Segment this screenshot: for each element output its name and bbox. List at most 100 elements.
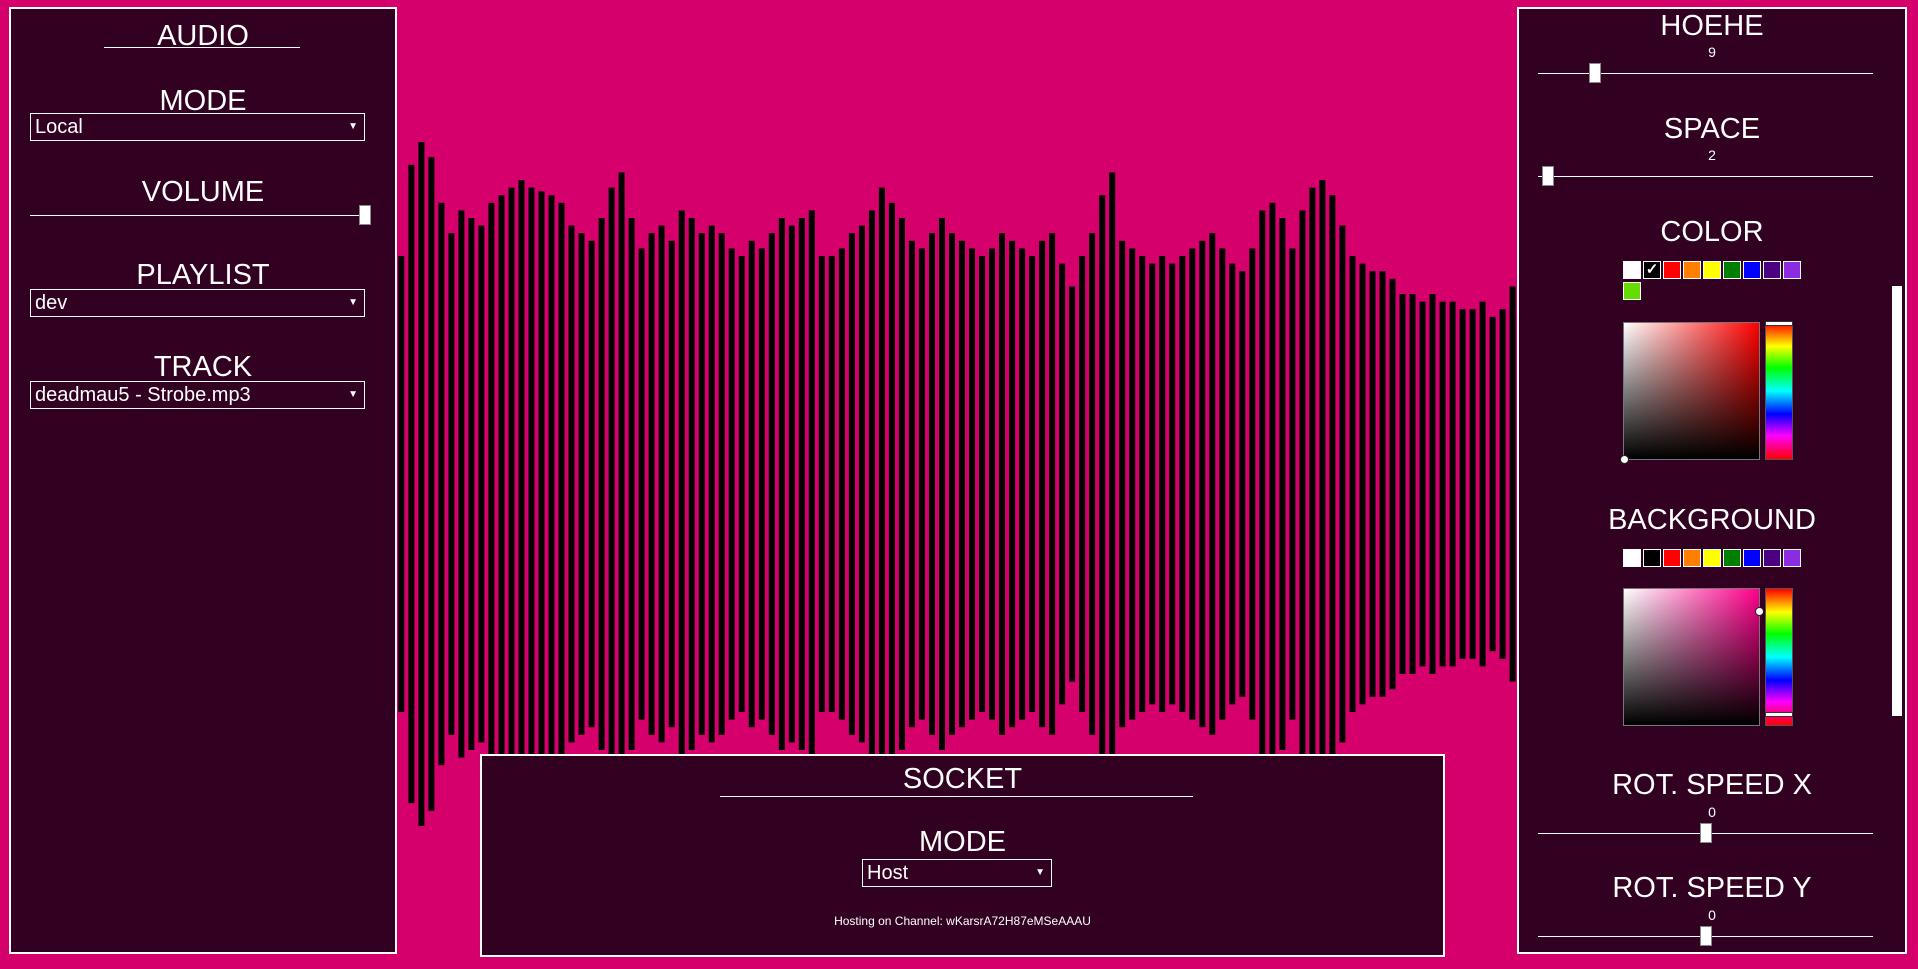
visualizer-bar — [1199, 240, 1206, 728]
background-hue-slider[interactable] — [1765, 588, 1793, 726]
visualizer-bar — [618, 172, 625, 796]
visualizer-bar — [648, 233, 655, 735]
visualizer-bar — [918, 248, 925, 720]
visualizer-bar — [678, 210, 685, 758]
color-swatch[interactable] — [1783, 261, 1801, 279]
socket-title-underline — [720, 796, 1193, 797]
color-swatch[interactable] — [1723, 261, 1741, 279]
visualizer-bar — [1099, 195, 1106, 773]
visualizer-bar — [578, 233, 585, 735]
color-hue-slider[interactable] — [1765, 321, 1793, 460]
visualizer-bar — [1159, 256, 1166, 712]
visualizer-bar — [908, 240, 915, 728]
visualizer-bar — [698, 233, 705, 735]
visualizer-bar — [1139, 256, 1146, 712]
rot-speed-x-slider-thumb[interactable] — [1699, 823, 1712, 843]
visualizer-bar — [1499, 309, 1506, 659]
visualizer-bar — [748, 240, 755, 728]
visualizer-bar — [528, 187, 535, 781]
visualizer-bar — [1229, 263, 1236, 705]
color-swatch[interactable] — [1703, 261, 1721, 279]
visualizer-bar — [628, 218, 635, 750]
rot-speed-x-label: ROT. SPEED X — [1612, 769, 1812, 801]
audio-panel: AUDIO MODE Local ▼ VOLUME PLAYLIST dev ▼… — [9, 7, 397, 954]
rot-speed-y-value: 0 — [1708, 907, 1716, 923]
visualizer-bar — [418, 142, 425, 826]
socket-mode-select[interactable]: Host ▼ — [862, 859, 1052, 887]
background-swatch[interactable] — [1683, 549, 1701, 567]
visualizer-bar — [668, 240, 675, 728]
rot-speed-x-value: 0 — [1708, 804, 1716, 820]
background-swatch[interactable] — [1783, 549, 1801, 567]
chevron-down-icon: ▼ — [1035, 867, 1045, 878]
background-swatch[interactable] — [1643, 549, 1661, 567]
color-swatch[interactable] — [1663, 261, 1681, 279]
color-swatch[interactable] — [1683, 261, 1701, 279]
chevron-down-icon: ▼ — [348, 297, 358, 308]
playlist-value: dev — [35, 292, 68, 314]
volume-slider[interactable] — [30, 205, 371, 225]
background-hue-marker[interactable] — [1765, 712, 1793, 718]
visualizer-bar — [1429, 294, 1436, 674]
visualizer-bar — [788, 225, 795, 743]
socket-mode-value: Host — [867, 862, 909, 884]
background-swatch[interactable] — [1723, 549, 1741, 567]
visualizer-bar — [1319, 180, 1326, 788]
visualizer-bar — [658, 225, 665, 743]
playlist-select[interactable]: dev ▼ — [30, 289, 365, 317]
color-swatch[interactable] — [1763, 261, 1781, 279]
color-swatch[interactable] — [1623, 261, 1641, 279]
background-swatch[interactable] — [1663, 549, 1681, 567]
settings-panel: HOEHE 9 SPACE 2 COLOR ✓ BACKGROUND ROT. … — [1517, 7, 1907, 954]
visualizer-bar — [548, 195, 555, 773]
visualizer-bar — [448, 233, 455, 735]
hoehe-slider[interactable] — [1538, 63, 1873, 83]
visualizer-bar — [989, 248, 995, 720]
visualizer-bar — [1379, 271, 1386, 697]
volume-slider-track — [30, 215, 365, 216]
visualizer-bar — [608, 187, 615, 781]
visualizer-bar — [1249, 248, 1256, 720]
audio-mode-select[interactable]: Local ▼ — [30, 113, 365, 141]
visualizer-bar — [398, 256, 405, 712]
channel-status-text: Hosting on Channel: wKarsrA72H87eMSeAAAU — [834, 914, 1091, 928]
visualizer-bar — [688, 218, 695, 750]
visualizer-bar — [858, 225, 865, 743]
background-swatch-palette — [1623, 549, 1803, 570]
rot-speed-y-slider-thumb[interactable] — [1699, 926, 1712, 946]
color-picker-handle[interactable] — [1620, 455, 1629, 464]
visualizer-bar — [768, 233, 775, 735]
visualizer-bar — [848, 233, 855, 735]
page-scrollbar[interactable] — [1892, 286, 1902, 716]
color-swatch-selected[interactable]: ✓ — [1643, 261, 1661, 279]
visualizer-bar — [1489, 316, 1496, 652]
visualizer-bar — [558, 202, 565, 766]
rot-speed-y-slider[interactable] — [1538, 926, 1873, 946]
volume-slider-thumb[interactable] — [359, 205, 371, 225]
visualizer-bar — [1449, 301, 1456, 667]
visualizer-bar — [868, 210, 875, 758]
background-saturation-picker[interactable] — [1623, 588, 1764, 726]
background-picker-handle[interactable] — [1755, 606, 1764, 616]
space-label: SPACE — [1663, 113, 1761, 145]
background-swatch[interactable] — [1763, 549, 1781, 567]
background-swatch[interactable] — [1743, 549, 1761, 567]
space-slider-thumb[interactable] — [1542, 166, 1555, 186]
color-swatch[interactable] — [1623, 282, 1641, 300]
space-slider[interactable] — [1538, 166, 1873, 186]
rot-speed-x-slider[interactable] — [1538, 823, 1873, 843]
background-swatch[interactable] — [1703, 549, 1721, 567]
visualizer-bar — [1029, 256, 1036, 712]
background-swatch[interactable] — [1623, 549, 1641, 567]
background-label: BACKGROUND — [1608, 504, 1816, 536]
space-slider-track — [1538, 176, 1873, 177]
visualizer-bar — [498, 195, 505, 773]
hoehe-slider-thumb[interactable] — [1588, 63, 1601, 83]
visualizer-bar — [949, 233, 955, 735]
color-hue-marker[interactable] — [1765, 321, 1793, 326]
color-saturation-picker[interactable] — [1620, 322, 1760, 464]
color-swatch[interactable] — [1743, 261, 1761, 279]
visualizer-bar — [478, 225, 485, 743]
visualizer-bar — [438, 202, 445, 766]
track-select[interactable]: deadmau5 - Strobe.mp3 ▼ — [30, 381, 365, 409]
